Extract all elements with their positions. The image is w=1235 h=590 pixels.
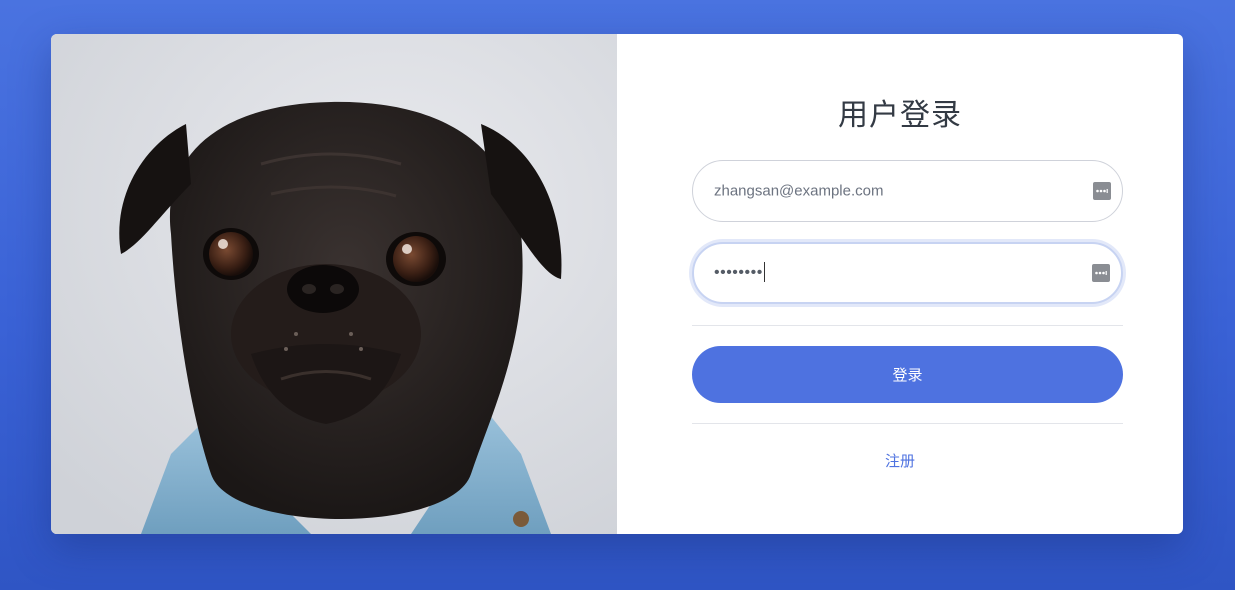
login-form: 用户登录 zhangsan@example.com •••••••• 登录 注册 (617, 34, 1183, 534)
login-card: 用户登录 zhangsan@example.com •••••••• 登录 注册 (51, 34, 1183, 534)
password-input-value[interactable]: •••••••• (714, 262, 765, 283)
password-field[interactable]: •••••••• (692, 242, 1123, 304)
text-caret (763, 262, 765, 282)
register-link[interactable]: 注册 (617, 450, 1183, 471)
email-field[interactable]: zhangsan@example.com (692, 160, 1123, 222)
divider (692, 325, 1123, 326)
password-mask: •••••••• (714, 264, 763, 282)
email-input-value[interactable]: zhangsan@example.com (714, 183, 883, 200)
page-title: 用户登录 (838, 98, 962, 133)
pug-illustration (51, 34, 617, 534)
pug-photo (51, 34, 617, 534)
password-manager-icon[interactable] (1092, 264, 1110, 282)
dots-icon (1095, 271, 1107, 275)
dots-icon (1096, 189, 1108, 193)
login-button[interactable]: 登录 (692, 346, 1123, 403)
password-manager-icon[interactable] (1093, 182, 1111, 200)
divider (692, 423, 1123, 424)
